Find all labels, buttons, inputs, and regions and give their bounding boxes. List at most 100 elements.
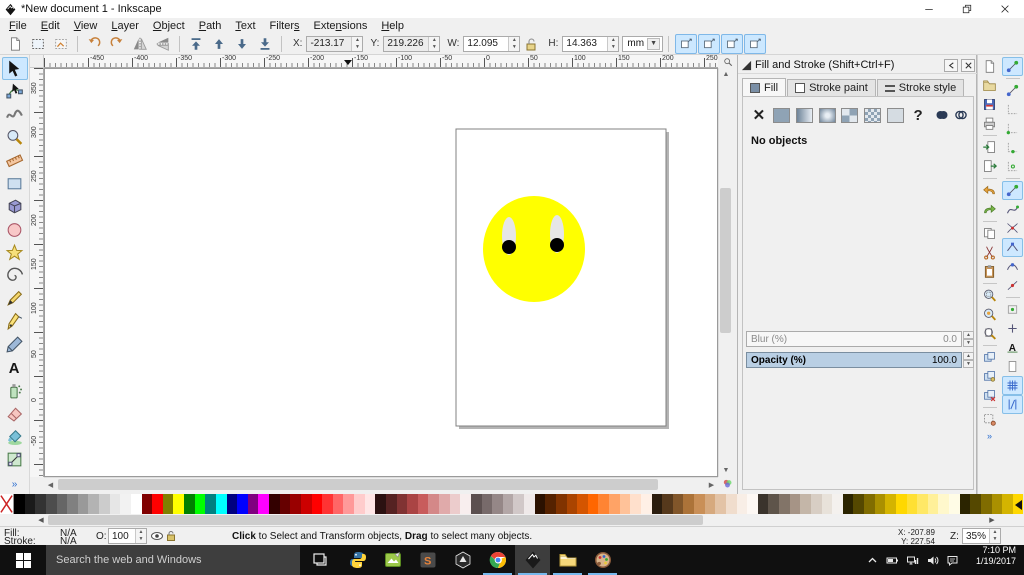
tab-stroke-paint[interactable]: Stroke paint: [787, 79, 876, 96]
snap-bbox-centers-button[interactable]: [1002, 157, 1023, 176]
palette-swatch[interactable]: [46, 494, 57, 514]
palette-swatch[interactable]: [960, 494, 971, 514]
bucket-fill-tool[interactable]: [2, 425, 28, 448]
ellipse-tool[interactable]: [2, 218, 28, 241]
palette-swatch[interactable]: [482, 494, 493, 514]
palette-swatch[interactable]: [195, 494, 206, 514]
units-dropdown[interactable]: mm▼: [622, 36, 663, 52]
palette-swatch[interactable]: [25, 494, 36, 514]
palette-swatch[interactable]: [110, 494, 121, 514]
palette-scrollbar-thumb[interactable]: [48, 515, 703, 525]
redo-button[interactable]: [979, 200, 1000, 219]
h-field[interactable]: 14.363▲▼: [562, 36, 619, 52]
palette-swatch[interactable]: [790, 494, 801, 514]
palette-swatch[interactable]: [173, 494, 184, 514]
palette-swatch[interactable]: [938, 494, 949, 514]
x-field[interactable]: -213.17▲▼: [306, 36, 363, 52]
affect-rounded-corners-toggle[interactable]: [698, 34, 720, 54]
selector-tool[interactable]: [2, 57, 28, 80]
zoom-to-drawing-button[interactable]: [979, 305, 1000, 324]
snap-grid-button[interactable]: [1002, 376, 1023, 395]
palette-swatch[interactable]: [184, 494, 195, 514]
scroll-right-button[interactable]: ▶: [705, 478, 718, 491]
palette-swatch[interactable]: [747, 494, 758, 514]
star-tool[interactable]: [2, 241, 28, 264]
measure-tool[interactable]: [2, 149, 28, 172]
taskbar-file-explorer[interactable]: [550, 545, 585, 575]
palette-swatch[interactable]: [822, 494, 833, 514]
palette-swatch[interactable]: [513, 494, 524, 514]
lower-to-bottom-button[interactable]: [254, 34, 276, 54]
palette-swatch[interactable]: [237, 494, 248, 514]
snap-bbox-corners-button[interactable]: [1002, 119, 1023, 138]
palette-swatch[interactable]: [928, 494, 939, 514]
fill-rule-nonzero-button[interactable]: [934, 105, 950, 125]
panel-close-button[interactable]: [961, 59, 975, 72]
palette-swatch[interactable]: [248, 494, 259, 514]
palette-swatch[interactable]: [503, 494, 514, 514]
palette-swatch[interactable]: [726, 494, 737, 514]
opacity-spinner[interactable]: ▲▼: [963, 352, 974, 368]
linear-gradient-button[interactable]: [795, 105, 815, 125]
node-editor-tool[interactable]: [2, 80, 28, 103]
palette-swatch[interactable]: [88, 494, 99, 514]
palette-swatch[interactable]: [896, 494, 907, 514]
search-input[interactable]: Search the web and Windows: [46, 545, 300, 575]
snap-paths-button[interactable]: [1002, 200, 1023, 219]
palette-swatch[interactable]: [992, 494, 1003, 514]
undo-button[interactable]: [979, 181, 1000, 200]
palette-swatch[interactable]: [843, 494, 854, 514]
palette-swatch[interactable]: [258, 494, 269, 514]
select-all-layers-button[interactable]: [27, 34, 49, 54]
palette-swatch[interactable]: [492, 494, 503, 514]
zoom-tool[interactable]: [2, 126, 28, 149]
palette-swatch[interactable]: [768, 494, 779, 514]
menu-object[interactable]: Object: [146, 20, 192, 32]
edit-xml-button[interactable]: [979, 410, 1000, 429]
print-document-button[interactable]: [979, 114, 1000, 133]
palette-swatch[interactable]: [152, 494, 163, 514]
opacity-statusbar-spinner[interactable]: ▲▼: [135, 529, 146, 543]
raise-to-top-button[interactable]: [185, 34, 207, 54]
y-field-spinner[interactable]: ▲▼: [428, 37, 439, 51]
palette-swatch[interactable]: [354, 494, 365, 514]
palette-swatch[interactable]: [853, 494, 864, 514]
gradient-tool[interactable]: [2, 448, 28, 471]
snap-smooth-nodes-button[interactable]: [1002, 257, 1023, 276]
pen-tool[interactable]: [2, 310, 28, 333]
palette-swatch[interactable]: [290, 494, 301, 514]
palette-swatch[interactable]: [78, 494, 89, 514]
vertical-scrollbar-thumb[interactable]: [720, 188, 731, 333]
dock-overflow[interactable]: »: [987, 431, 992, 441]
tray-volume[interactable]: [922, 545, 942, 575]
restore-button[interactable]: [948, 0, 986, 18]
palette-swatch[interactable]: [917, 494, 928, 514]
taskbar-image-editor[interactable]: [375, 545, 410, 575]
taskbar-sublime-text[interactable]: S: [410, 545, 445, 575]
duplicate-button[interactable]: [979, 348, 1000, 367]
opacity-slider[interactable]: Opacity (%)100.0: [746, 352, 962, 368]
close-button[interactable]: [986, 0, 1024, 18]
scroll-down-button[interactable]: ▼: [719, 464, 733, 477]
palette-swatch[interactable]: [418, 494, 429, 514]
palette-swatch[interactable]: [120, 494, 131, 514]
toolbox-overflow[interactable]: »: [12, 479, 18, 490]
palette-overflow-arrow[interactable]: [1015, 500, 1022, 510]
taskbar-clock[interactable]: 7:10 PM1/19/2017: [962, 545, 1024, 575]
palette-swatch[interactable]: [333, 494, 344, 514]
taskbar-chrome[interactable]: [480, 545, 515, 575]
cut-button[interactable]: [979, 243, 1000, 262]
open-document-button[interactable]: [979, 76, 1000, 95]
palette-swatch[interactable]: [715, 494, 726, 514]
horizontal-scrollbar-thumb[interactable]: [58, 479, 658, 490]
eraser-tool[interactable]: [2, 402, 28, 425]
palette-swatch[interactable]: [694, 494, 705, 514]
palette-swatch[interactable]: [588, 494, 599, 514]
text-tool[interactable]: A: [2, 356, 28, 379]
radial-gradient-button[interactable]: [817, 105, 837, 125]
menu-extensions[interactable]: Extensions: [307, 20, 375, 32]
menu-filters[interactable]: Filters: [263, 20, 307, 32]
color-management-button[interactable]: [718, 477, 737, 490]
y-field[interactable]: 219.226▲▼: [383, 36, 440, 52]
tray-network[interactable]: [902, 545, 922, 575]
